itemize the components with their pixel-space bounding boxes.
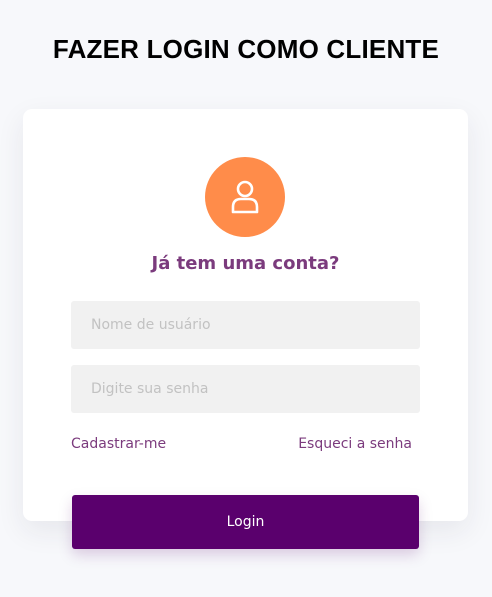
user-icon	[231, 180, 259, 214]
page-title: FAZER LOGIN COMO CLIENTE	[52, 34, 440, 65]
password-input[interactable]	[71, 365, 420, 413]
login-card: Já tem uma conta? Cadastrar-me Esqueci a…	[23, 109, 468, 521]
username-input[interactable]	[71, 301, 420, 349]
register-link[interactable]: Cadastrar-me	[71, 435, 166, 453]
login-button[interactable]: Login	[72, 495, 419, 549]
avatar	[205, 157, 285, 237]
forgot-password-link[interactable]: Esqueci a senha	[298, 435, 412, 453]
card-heading: Já tem uma conta?	[151, 253, 340, 274]
